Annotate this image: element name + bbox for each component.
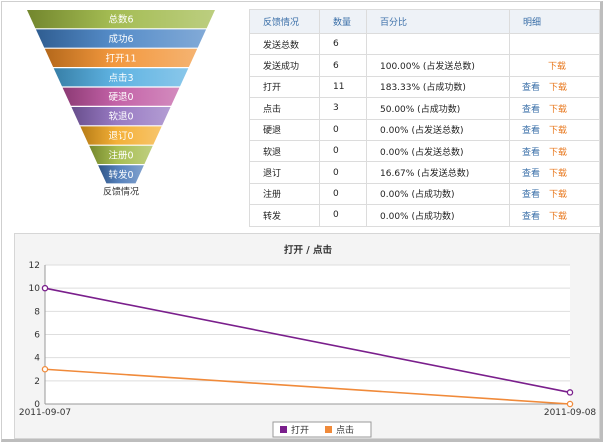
row-count: 0 <box>319 161 367 184</box>
row-name: 注册 <box>249 182 320 206</box>
y-tick-label: 4 <box>34 354 40 364</box>
table-row: 硬退 0 0.00% (占发送总数) 查看 下载 <box>249 118 600 141</box>
table-row: 注册 0 0.00% (占成功数) 查看 下载 <box>249 182 600 206</box>
funnel-label: 打开11 <box>105 52 136 64</box>
data-point <box>566 400 574 408</box>
view-link[interactable]: 查看 <box>522 190 540 200</box>
row-percent: 100.00% (占发送总数) <box>366 54 510 77</box>
chart-legend: 打开 点击 <box>272 421 372 438</box>
row-name: 转发 <box>249 204 320 227</box>
y-tick-label: 10 <box>29 284 41 294</box>
funnel-label: 点击3 <box>108 72 133 84</box>
view-link[interactable]: 查看 <box>522 212 540 222</box>
row-actions: 查看 下载 <box>509 75 600 99</box>
download-link[interactable]: 下载 <box>549 148 567 158</box>
row-actions: 查看 下载 <box>509 118 600 141</box>
funnel-label: 硬退0 <box>108 92 133 103</box>
download-link[interactable]: 下载 <box>549 190 567 200</box>
feedback-funnel: 总数6 成功6 打开11 点击3 硬退0 软退0 退订0 注册0 转发0 反馈情况 <box>26 8 216 198</box>
row-name: 打开 <box>249 75 320 99</box>
feedback-table: 反馈情况 数量 百分比 明细 发送总数 6 发送成功 6 100.00% (占发送总数)… <box>249 9 600 227</box>
row-percent: 183.33% (占成功数) <box>366 75 510 99</box>
row-percent <box>366 32 510 56</box>
y-tick-label: 6 <box>34 331 40 341</box>
header-count: 数量 <box>319 9 367 34</box>
download-link[interactable]: 下载 <box>548 62 566 72</box>
view-link[interactable]: 查看 <box>522 169 540 179</box>
table-row: 退订 0 16.67% (占发送总数) 查看 下载 <box>249 161 600 184</box>
header-percent: 百分比 <box>366 9 510 34</box>
y-tick-label: 8 <box>34 307 40 317</box>
funnel-label: 成功6 <box>108 33 133 45</box>
row-name: 发送总数 <box>249 32 320 56</box>
funnel-label: 总数6 <box>108 14 133 26</box>
row-count: 0 <box>319 139 367 163</box>
x-tick-label: 2011-09-07 <box>19 408 71 418</box>
row-name: 软退 <box>249 139 320 163</box>
table-row: 发送总数 6 <box>249 32 600 56</box>
download-link[interactable]: 下载 <box>549 105 567 115</box>
funnel-svg: 总数6 成功6 打开11 点击3 硬退0 软退0 退订0 注册0 转发0 反馈情况 <box>27 10 215 198</box>
row-percent: 50.00% (占成功数) <box>366 97 510 120</box>
row-percent: 0.00% (占成功数) <box>366 182 510 206</box>
row-name: 点击 <box>249 97 320 120</box>
data-point <box>41 365 49 373</box>
row-actions <box>509 32 600 56</box>
row-percent: 0.00% (占成功数) <box>366 204 510 227</box>
view-link[interactable]: 查看 <box>522 148 540 158</box>
row-actions: 查看 下载 <box>509 204 600 227</box>
row-actions: 查看 下载 <box>509 161 600 184</box>
view-link[interactable]: 查看 <box>522 126 540 136</box>
funnel-label: 注册0 <box>108 149 133 161</box>
legend-swatch <box>280 426 287 433</box>
header-detail: 明细 <box>509 9 600 34</box>
row-actions: 查看 下载 <box>509 182 600 206</box>
chart-title: 打开 / 点击 <box>284 244 333 256</box>
download-link[interactable]: 下载 <box>549 126 567 136</box>
row-count: 11 <box>319 75 367 99</box>
funnel-label: 软退0 <box>108 111 133 123</box>
funnel-label: 退订0 <box>108 131 133 142</box>
legend-box <box>272 421 372 438</box>
row-count: 0 <box>319 118 367 141</box>
row-count: 0 <box>319 204 367 227</box>
row-count: 0 <box>319 182 367 206</box>
table-header-row: 反馈情况 数量 百分比 明细 <box>249 9 600 34</box>
view-link[interactable]: 查看 <box>522 105 540 115</box>
row-name: 发送成功 <box>249 54 320 77</box>
view-link[interactable]: 查看 <box>522 83 540 93</box>
funnel-caption: 反馈情况 <box>103 186 139 198</box>
row-count: 6 <box>319 54 367 77</box>
table-row: 打开 11 183.33% (占成功数) 查看 下载 <box>249 75 600 99</box>
row-count: 6 <box>319 32 367 56</box>
download-link[interactable]: 下载 <box>549 169 567 179</box>
header-feedback: 反馈情况 <box>249 9 320 34</box>
row-name: 退订 <box>249 161 320 184</box>
row-actions: 查看 下载 <box>509 139 600 163</box>
legend-label[interactable]: 点击 <box>336 424 354 436</box>
row-actions: 查看 下载 <box>509 97 600 120</box>
table-row: 转发 0 0.00% (占成功数) 查看 下载 <box>249 204 600 227</box>
chart-panel: 打开 / 点击 0 2 4 6 8 10 12 2011-09-07 2011-09-08 打开 点击 <box>14 233 600 439</box>
legend-label[interactable]: 打开 <box>291 424 309 436</box>
x-tick-label: 2011-09-08 <box>544 408 597 418</box>
table-row: 发送成功 6 100.00% (占发送总数) 下载 <box>249 54 600 77</box>
row-percent: 0.00% (占发送总数) <box>366 139 510 163</box>
download-link[interactable]: 下载 <box>549 212 567 222</box>
data-point <box>566 389 574 396</box>
download-link[interactable]: 下载 <box>549 83 567 93</box>
row-actions: 下载 <box>509 54 600 77</box>
row-percent: 0.00% (占发送总数) <box>366 118 510 141</box>
open-click-line-chart: 打开 / 点击0246810122011-09-07 2011-09-08打开 点击 <box>19 244 597 438</box>
data-point <box>41 284 49 292</box>
table-row: 软退 0 0.00% (占发送总数) 查看 下载 <box>249 139 600 163</box>
funnel-label: 转发0 <box>108 169 133 181</box>
row-count: 3 <box>319 97 367 120</box>
table-row: 点击 3 50.00% (占成功数) 查看 下载 <box>249 97 600 120</box>
y-tick-label: 12 <box>29 261 40 271</box>
legend-swatch <box>325 426 332 433</box>
row-name: 硬退 <box>249 118 320 141</box>
row-percent: 16.67% (占发送总数) <box>366 161 510 184</box>
y-tick-label: 2 <box>34 377 40 387</box>
